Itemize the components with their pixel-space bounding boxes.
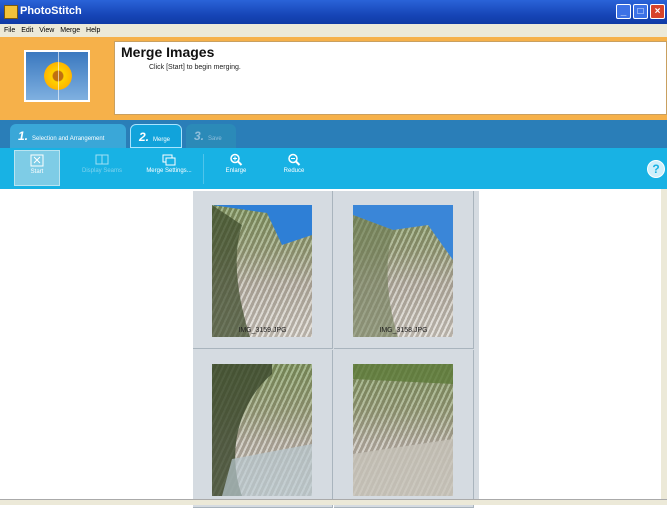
close-button[interactable]: × (650, 4, 665, 19)
page-title: Merge Images (121, 44, 215, 60)
menu-edit[interactable]: Edit (21, 24, 33, 37)
menu-merge[interactable]: Merge (60, 24, 80, 37)
menu-bar: File Edit View Merge Help (0, 24, 667, 37)
tab-save[interactable]: 3. Save (186, 124, 236, 148)
page-subtitle: Click [Start] to begin merging. (149, 64, 241, 71)
image-grid: IMG_3159.JPG IMG_3158.JPG (193, 191, 479, 508)
vertical-scrollbar[interactable] (661, 189, 667, 499)
image-filename: IMG_3159.JPG (238, 327, 287, 334)
zoom-in-icon (230, 153, 243, 166)
zoom-out-icon (288, 153, 301, 166)
tab-merge[interactable]: 2. Merge (130, 124, 182, 148)
header-panel: Merge Images Click [Start] to begin merg… (0, 37, 667, 120)
tab-selection-arrangement[interactable]: 1. Selection and Arrangement (10, 124, 126, 148)
maximize-button[interactable]: □ (633, 4, 648, 19)
start-merge-icon (30, 154, 44, 167)
step-tab-bar: 1. Selection and Arrangement 2. Merge 3. Sa… (0, 120, 667, 148)
menu-view[interactable]: View (39, 24, 54, 37)
settings-icon (162, 154, 176, 166)
status-bar (0, 499, 667, 505)
menu-help[interactable]: Help (86, 24, 100, 37)
reduce-button[interactable]: Reduce (276, 150, 312, 186)
enlarge-button[interactable]: Enlarge (218, 150, 254, 186)
start-button[interactable]: Start (14, 150, 60, 186)
merge-settings-button[interactable]: Merge Settings... (140, 150, 198, 186)
image-tile[interactable]: IMG_3158.JPG (334, 191, 474, 349)
toolbar: Start Display Seams Merge Settings... En… (0, 148, 667, 189)
image-tile[interactable] (193, 350, 333, 508)
menu-file[interactable]: File (4, 24, 15, 37)
app-icon (4, 5, 18, 19)
minimize-button[interactable]: _ (616, 4, 631, 19)
photo-thumbnail (353, 364, 453, 496)
window-title: PhotoStitch (20, 5, 82, 17)
image-filename: IMG_3158.JPG (379, 327, 428, 334)
photo-thumbnail (353, 205, 453, 337)
image-tile[interactable] (334, 350, 474, 508)
title-bar: PhotoStitch _ □ × (0, 0, 667, 24)
image-tile[interactable]: IMG_3159.JPG (193, 191, 333, 349)
seams-icon (95, 154, 109, 165)
photo-thumbnail (212, 364, 312, 496)
merge-preview-thumbnail (24, 50, 90, 102)
instruction-box: Merge Images Click [Start] to begin merg… (114, 41, 667, 115)
display-seams-button[interactable]: Display Seams (70, 150, 134, 186)
help-button[interactable]: ? (647, 160, 665, 178)
photo-thumbnail (212, 205, 312, 337)
